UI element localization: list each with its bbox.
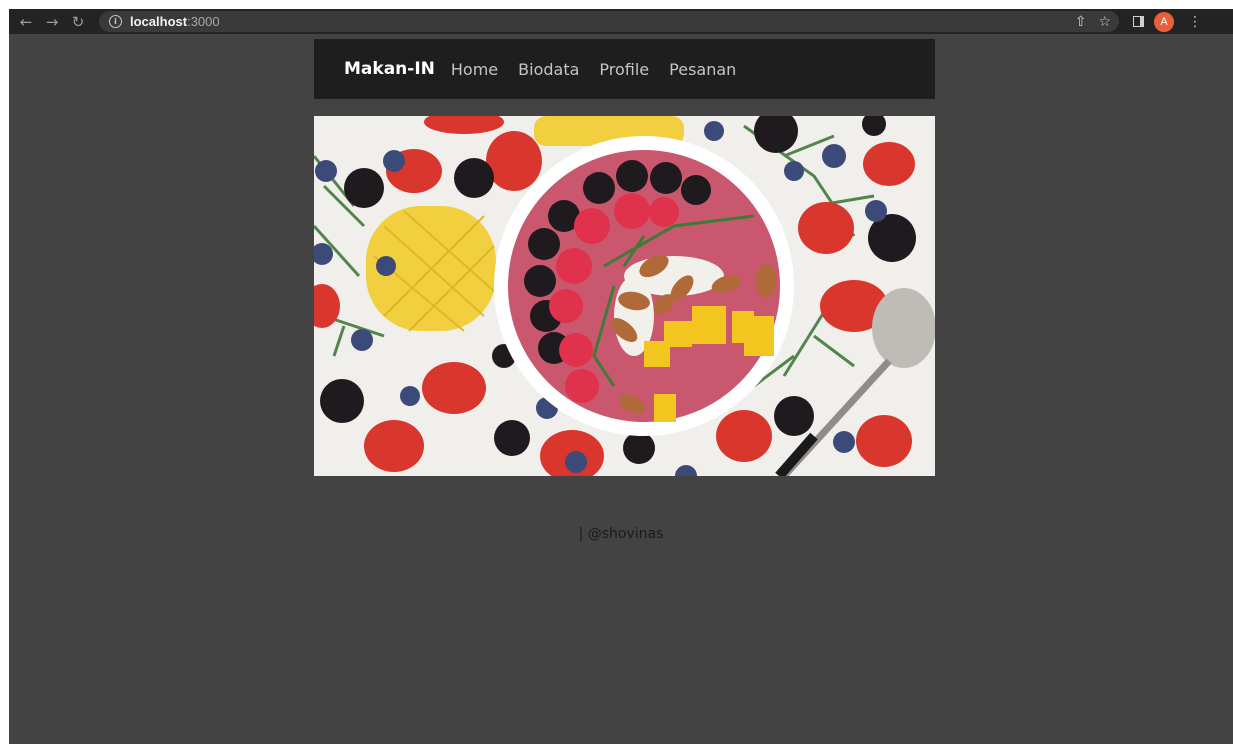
url-host: localhost	[130, 14, 188, 29]
avatar[interactable]: A	[1154, 11, 1174, 32]
info-icon[interactable]: i	[109, 15, 122, 28]
toolbar-right: A ⋮	[1133, 11, 1202, 32]
url-port: :3000	[187, 14, 220, 29]
nav-link-pesanan[interactable]: Pesanan	[669, 60, 736, 79]
brand-logo[interactable]: Makan-IN	[344, 59, 435, 79]
address-bar-actions: ⇧ ☆	[1075, 11, 1111, 32]
browser-toolbar: ← → ↻ i localhost:3000 ⇧ ☆ A ⋮	[9, 9, 1233, 34]
nav-link-home[interactable]: Home	[451, 60, 498, 79]
address-bar[interactable]: i localhost:3000 ⇧ ☆	[99, 11, 1119, 32]
side-panel-icon[interactable]	[1133, 16, 1144, 27]
nav-link-biodata[interactable]: Biodata	[518, 60, 579, 79]
forward-arrow-icon[interactable]: →	[41, 11, 63, 33]
star-icon[interactable]: ☆	[1098, 14, 1111, 30]
footer-credit: | @shovinas	[578, 526, 664, 542]
reload-icon[interactable]: ↻	[67, 11, 89, 33]
smoothie-bowl-photo	[314, 116, 935, 476]
back-arrow-icon[interactable]: ←	[15, 11, 37, 33]
menu-dots-icon[interactable]: ⋮	[1188, 14, 1202, 30]
nav-link-profile[interactable]: Profile	[599, 60, 649, 79]
hero-image	[314, 116, 935, 476]
share-icon[interactable]: ⇧	[1075, 14, 1087, 30]
url-text[interactable]: localhost:3000	[130, 14, 220, 29]
browser-window: ← → ↻ i localhost:3000 ⇧ ☆ A ⋮ Makan-IN …	[9, 9, 1233, 744]
site-navbar: Makan-IN Home Biodata Profile Pesanan	[314, 39, 935, 99]
